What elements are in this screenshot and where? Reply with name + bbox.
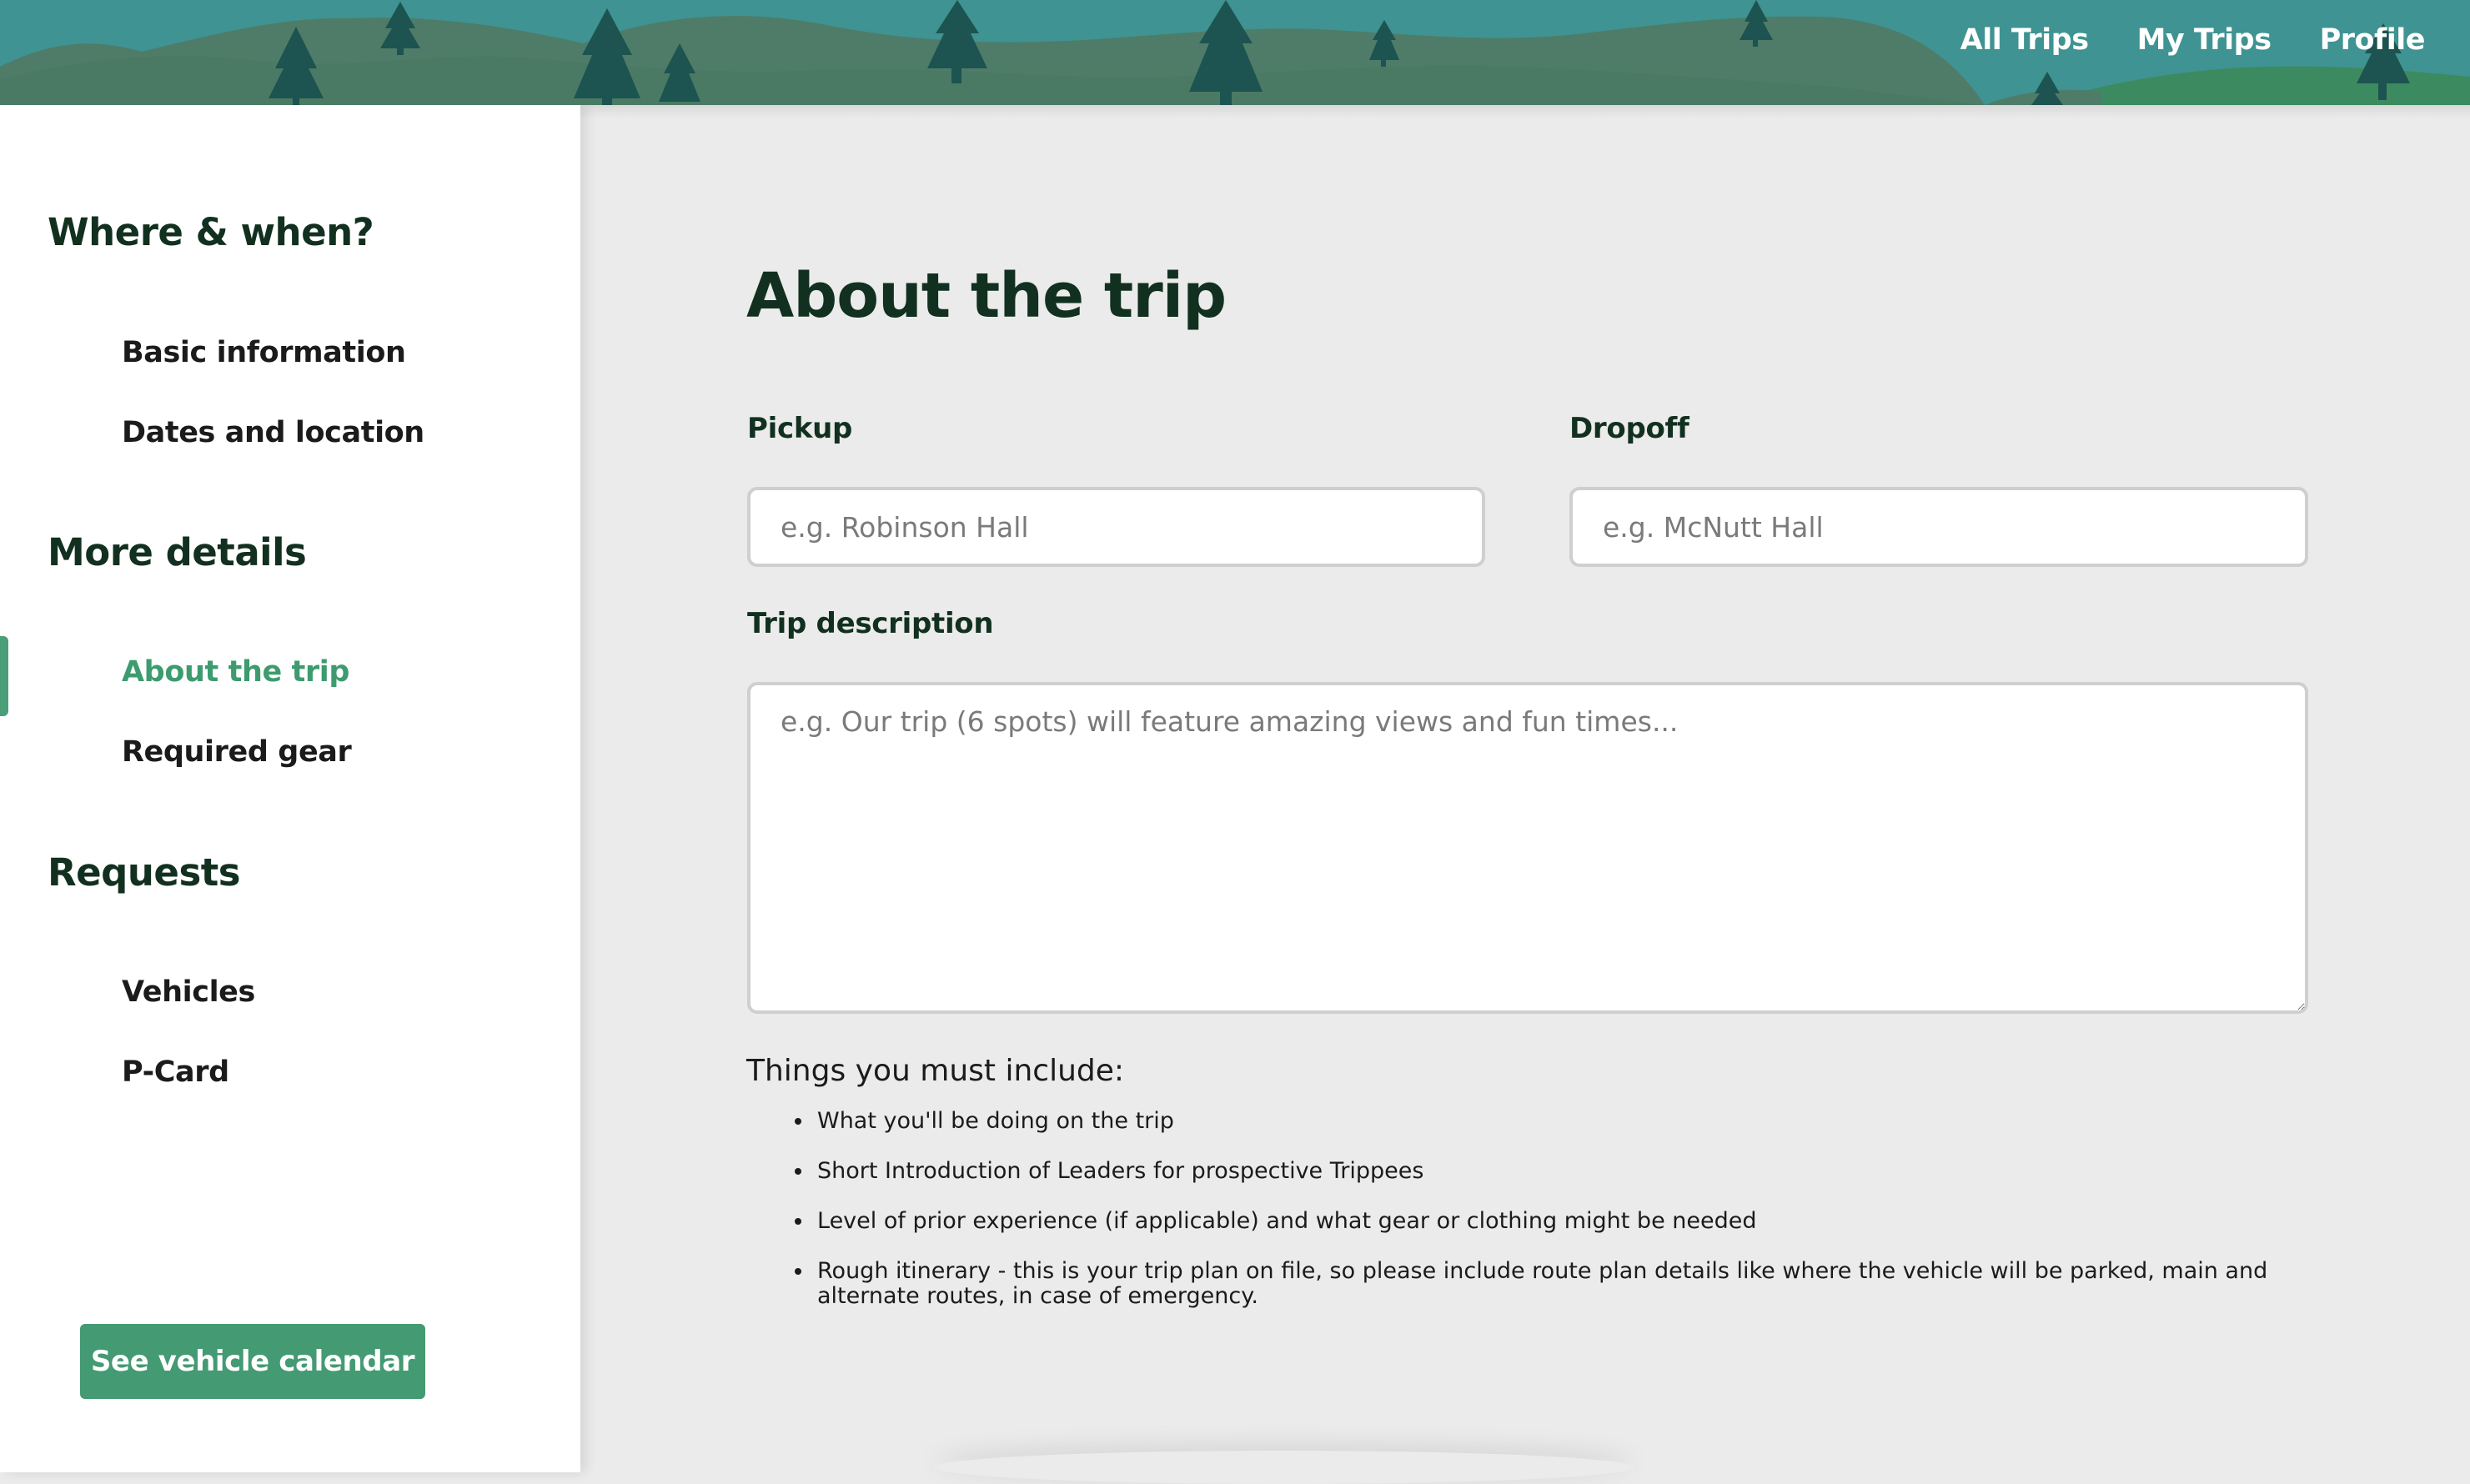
sidebar-item-vehicles[interactable]: Vehicles	[122, 975, 255, 1009]
header-shadow	[580, 105, 2470, 118]
sidebar-item-basic-information[interactable]: Basic information	[122, 336, 406, 369]
pickup-input[interactable]	[747, 487, 1485, 567]
must-include-list: What you'll be doing on the trip Short I…	[746, 1109, 2314, 1334]
sidebar: Where & when? Basic information Dates an…	[0, 105, 580, 1472]
sidebar-item-p-card[interactable]: P-Card	[122, 1055, 229, 1089]
active-item-indicator	[0, 636, 8, 716]
top-nav: All Trips My Trips Profile	[1960, 23, 2426, 57]
dropoff-input[interactable]	[1569, 487, 2308, 567]
sidebar-section-more-details: More details	[48, 530, 307, 574]
trip-description-label: Trip description	[747, 607, 994, 640]
nav-my-trips[interactable]: My Trips	[2137, 23, 2272, 57]
nav-profile[interactable]: Profile	[2320, 23, 2426, 57]
dropoff-label: Dropoff	[1569, 412, 1689, 445]
pickup-label: Pickup	[747, 412, 853, 445]
must-include-heading: Things you must include:	[746, 1054, 1125, 1088]
sidebar-section-requests: Requests	[48, 850, 241, 895]
sidebar-section-where-when: Where & when?	[48, 210, 374, 254]
list-item: Rough itinerary - this is your trip plan…	[814, 1259, 2314, 1309]
see-vehicle-calendar-button[interactable]: See vehicle calendar	[80, 1324, 425, 1399]
sidebar-item-required-gear[interactable]: Required gear	[122, 735, 352, 769]
list-item: Short Introduction of Leaders for prospe…	[814, 1159, 2314, 1184]
sidebar-item-about-the-trip[interactable]: About the trip	[122, 655, 349, 689]
nav-all-trips[interactable]: All Trips	[1960, 23, 2089, 57]
bottom-card-shadow	[934, 1451, 1634, 1484]
list-item: What you'll be doing on the trip	[814, 1109, 2314, 1134]
page-title: About the trip	[746, 260, 1227, 332]
list-item: Level of prior experience (if applicable…	[814, 1209, 2314, 1234]
sidebar-item-dates-location[interactable]: Dates and location	[122, 416, 424, 449]
trip-description-textarea[interactable]	[747, 682, 2308, 1014]
top-header: All Trips My Trips Profile	[0, 0, 2470, 105]
